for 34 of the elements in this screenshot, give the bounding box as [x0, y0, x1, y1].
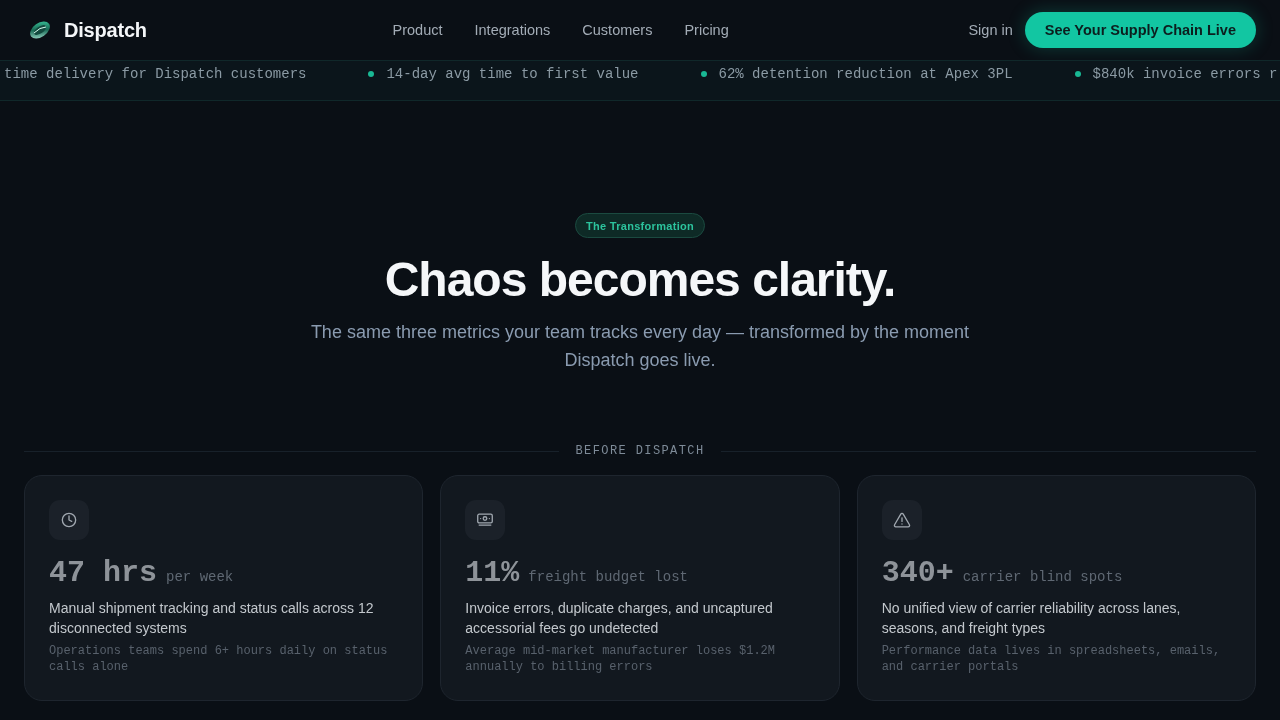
bullet-icon	[1074, 70, 1081, 77]
metric-unit: freight budget lost	[528, 569, 688, 585]
brand-name[interactable]: Dispatch	[64, 18, 147, 42]
hero-subtitle: The same three metrics your team tracks every day — transformed by the moment Dispatch goes live.	[309, 321, 971, 372]
card-description: Manual shipment tracking and status calls across 12 disconnected systems	[49, 599, 375, 638]
nav-link[interactable]: Pricing	[684, 22, 729, 38]
ticker-text: $840k invoice errors r	[1092, 65, 1278, 82]
hero-title: Chaos becomes clarity.	[384, 252, 896, 308]
card-description: Invoice errors, duplicate charges, and uncaptured accessorial fees go undetected	[465, 599, 774, 638]
card-description: No unified view of carrier reliability across lanes, seasons, and freight types	[881, 599, 1182, 638]
card-note: Operations teams spend 6+ hours daily on status calls alone	[49, 643, 389, 675]
banknote-icon	[465, 500, 506, 540]
section-badge: The Transformation	[574, 213, 706, 238]
bullet-icon	[368, 70, 375, 77]
card-note: Average mid-market manufacturer loses $1.2M annually to billing errors	[465, 643, 776, 675]
clock-icon	[49, 500, 89, 540]
metric-value: 340+	[881, 556, 954, 590]
warning-icon	[881, 500, 922, 540]
metric-unit: per week	[166, 569, 234, 585]
nav-link[interactable]: Customers	[582, 22, 653, 38]
metric-unit: carrier blind spots	[962, 569, 1123, 585]
metric-value: 47 hrs	[49, 556, 158, 590]
sign-in-link[interactable]: Sign in	[968, 22, 1013, 38]
nav-link[interactable]: Product	[392, 22, 443, 38]
card-note: Performance data lives in spreadsheets, emails, and carrier portals	[881, 643, 1222, 675]
bullet-icon	[700, 70, 707, 77]
ticker-text: 14-day avg time to first value	[386, 65, 639, 82]
ticker-text: time delivery for Dispatch customers	[4, 65, 307, 82]
cta-button[interactable]: See Your Supply Chain Live	[1024, 12, 1256, 48]
section-label: BEFORE DISPATCH	[575, 444, 705, 458]
metric-value: 11%	[465, 556, 520, 590]
logo-icon	[28, 19, 52, 41]
nav-link[interactable]: Integrations	[474, 22, 551, 38]
ticker-text: 62% detention reduction at Apex 3PL	[718, 65, 1013, 82]
